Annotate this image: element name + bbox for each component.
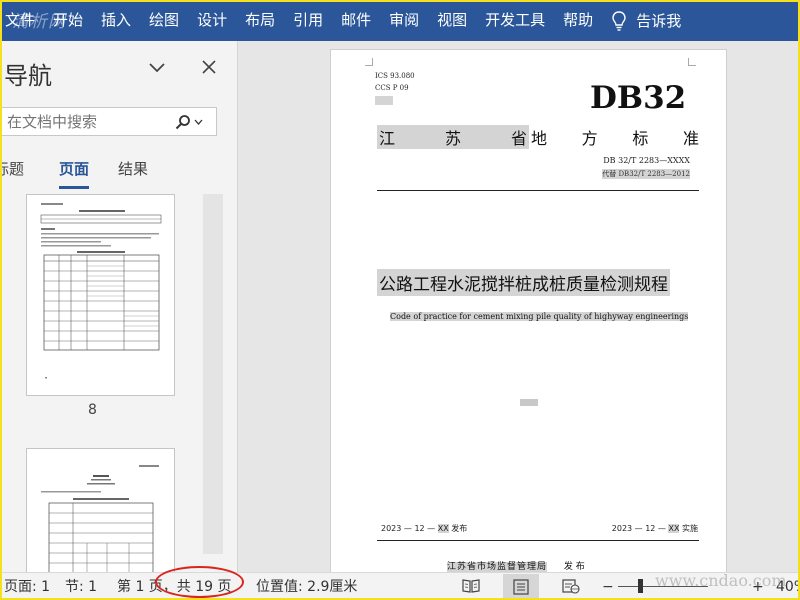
title-char: 方 xyxy=(581,129,598,148)
title-char: 苏 xyxy=(444,129,461,148)
standard-kind: 地 方 标 准 xyxy=(531,125,699,149)
title-char: 江 xyxy=(379,129,396,148)
issuer-org: 江苏省市场监督管理局 xyxy=(447,562,548,572)
nav-tabs: 标题 页面 结果 xyxy=(0,158,237,192)
navigation-pane: 导航 标题 页面 结果 xyxy=(0,41,238,572)
highlight-placeholder xyxy=(375,95,393,105)
implement-label: 实施 xyxy=(682,524,698,533)
page-thumbnail-9[interactable] xyxy=(26,448,175,572)
divider xyxy=(377,540,699,541)
nav-pane-title: 导航 xyxy=(4,62,52,90)
standard-code: DB32 xyxy=(590,80,687,116)
tab-headings[interactable]: 标题 xyxy=(0,158,24,180)
nav-search-box xyxy=(0,107,217,136)
title-char: 地 xyxy=(531,129,548,148)
standard-number: DB 32/T 2283—XXXX xyxy=(603,156,690,165)
tell-me-box[interactable]: 告诉我 xyxy=(612,10,681,31)
tell-me-label: 告诉我 xyxy=(636,12,682,30)
zoom-level[interactable]: 40% xyxy=(776,577,800,597)
crop-mark xyxy=(365,58,373,66)
menu-layout[interactable]: 布局 xyxy=(236,0,284,41)
tab-results[interactable]: 结果 xyxy=(118,158,148,180)
ribbon-menu-bar: 文件 开始 插入 绘图 设计 布局 引用 邮件 审阅 视图 开发工具 帮助 告诉… xyxy=(0,0,800,41)
highlight-placeholder xyxy=(520,399,538,406)
menu-mailings[interactable]: 邮件 xyxy=(332,0,380,41)
title-char: 省 xyxy=(510,129,527,148)
search-options-caret-icon[interactable] xyxy=(194,119,203,125)
page-thumbnail-content xyxy=(41,465,159,572)
document-area: ICS 93.080 CCS P 09 DB32 江 苏 省 地 方 标 准 D… xyxy=(239,41,800,572)
issuer-line: 江苏省市场监督管理局 发 布 xyxy=(447,559,585,572)
publish-label: 发布 xyxy=(451,524,468,533)
nav-pane-scrollbar[interactable] xyxy=(203,194,223,554)
zoom-slider-handle[interactable] xyxy=(638,579,643,593)
document-english-title: Code of practice for cement mixing pile … xyxy=(390,312,689,321)
standard-province: 江 苏 省 xyxy=(377,125,529,149)
chevron-down-icon[interactable] xyxy=(148,61,166,75)
menu-review[interactable]: 审阅 xyxy=(380,0,428,41)
status-section[interactable]: 节: 1 xyxy=(65,577,97,597)
classification-codes: ICS 93.080 CCS P 09 xyxy=(375,70,415,106)
read-mode-icon[interactable] xyxy=(462,578,480,594)
page-thumbnail-content xyxy=(40,203,162,379)
zoom-slider[interactable] xyxy=(618,586,708,587)
status-page-count[interactable]: 第 1 页，共 19 页 xyxy=(117,577,232,597)
document-page[interactable]: ICS 93.080 CCS P 09 DB32 江 苏 省 地 方 标 准 D… xyxy=(330,49,727,572)
crop-mark xyxy=(688,58,696,66)
publish-date: 2023 — 12 — XX 发布 xyxy=(381,523,467,534)
status-page[interactable]: 页面: 1 xyxy=(4,577,50,597)
implement-date: 2023 — 12 — XX 实施 xyxy=(612,523,698,534)
tab-pages[interactable]: 页面 xyxy=(59,158,90,189)
thumbnail-page-number: 8 xyxy=(88,402,97,418)
publish-date-prefix: 2023 — 12 — xyxy=(381,524,436,533)
close-icon[interactable] xyxy=(201,59,217,75)
implement-date-day: XX xyxy=(668,524,680,533)
search-icon[interactable] xyxy=(175,114,191,130)
status-position[interactable]: 位置值: 2.9厘米 xyxy=(256,577,357,597)
ccs-code: CCS P 09 xyxy=(375,84,409,92)
publish-date-day: XX xyxy=(437,524,449,533)
implement-date-prefix: 2023 — 12 — xyxy=(611,524,666,533)
page-thumbnail-8[interactable] xyxy=(26,194,175,396)
menu-draw[interactable]: 绘图 xyxy=(140,0,188,41)
document-title: 公路工程水泥搅拌桩成桩质量检测规程 xyxy=(377,269,670,296)
ics-code: ICS 93.080 xyxy=(375,72,415,80)
title-char: 标 xyxy=(632,129,649,148)
zoom-in-button[interactable]: + xyxy=(752,577,764,597)
menu-developer[interactable]: 开发工具 xyxy=(476,0,554,41)
status-bar: 页面: 1 节: 1 第 1 页，共 19 页 位置值: 2.9厘米 − + 4… xyxy=(0,572,800,600)
replaces-standard: 代替 DB32/T 2283—2012 xyxy=(602,169,690,179)
zoom-out-button[interactable]: − xyxy=(602,577,614,597)
menu-help[interactable]: 帮助 xyxy=(554,0,602,41)
menu-view[interactable]: 视图 xyxy=(428,0,476,41)
issuer-label: 发 布 xyxy=(563,562,585,572)
menu-design[interactable]: 设计 xyxy=(188,0,236,41)
web-layout-icon[interactable] xyxy=(562,578,580,594)
menu-file[interactable]: 文件 xyxy=(0,0,44,41)
menu-home[interactable]: 开始 xyxy=(44,0,92,41)
print-layout-button[interactable] xyxy=(503,574,539,600)
print-layout-icon xyxy=(513,579,529,595)
standard-type-title: 江 苏 省 地 方 标 准 xyxy=(377,125,699,149)
nav-search-input[interactable] xyxy=(1,112,171,131)
divider xyxy=(377,190,699,191)
title-char: 准 xyxy=(682,129,699,148)
lightbulb-icon xyxy=(612,10,626,31)
menu-references[interactable]: 引用 xyxy=(284,0,332,41)
menu-insert[interactable]: 插入 xyxy=(92,0,140,41)
